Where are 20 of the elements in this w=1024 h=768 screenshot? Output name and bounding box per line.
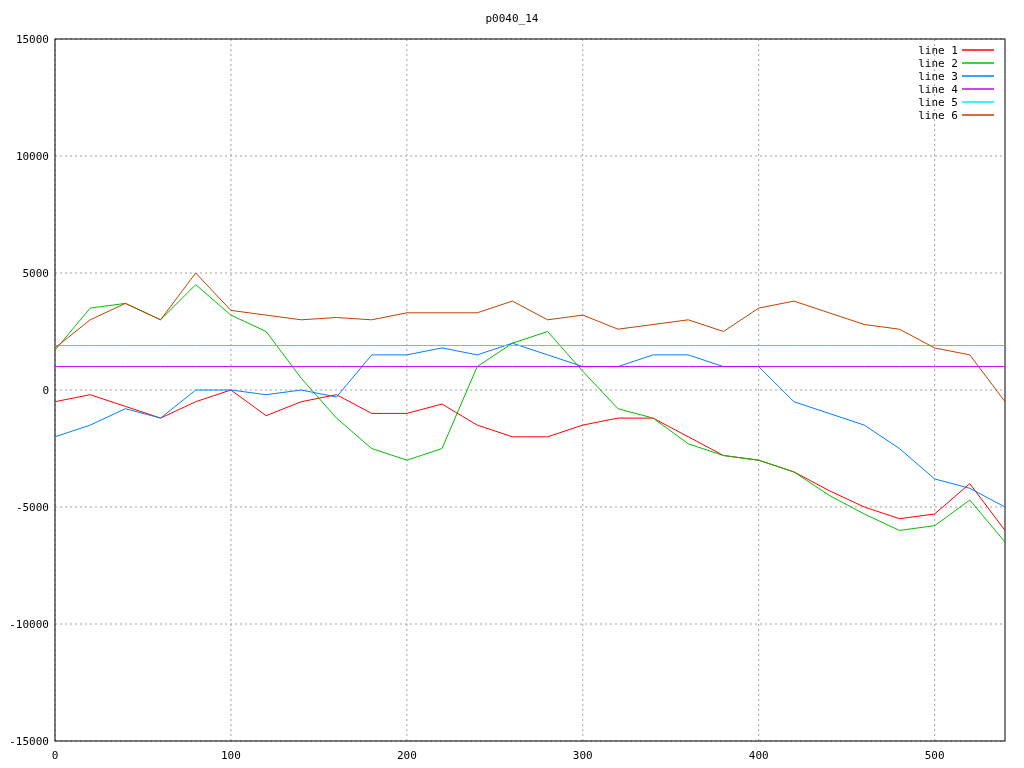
legend-label: line 5 <box>918 96 958 109</box>
x-tick-label: 200 <box>396 749 417 762</box>
y-tick-label: -15000 <box>9 735 49 748</box>
y-tick-label: 10000 <box>15 150 49 163</box>
x-tick-label: 300 <box>572 749 593 762</box>
y-tick-label: 15000 <box>15 33 49 46</box>
x-tick-label: 500 <box>924 749 945 762</box>
x-tick-label: 100 <box>221 749 241 762</box>
chart-title: p0040_14 <box>485 12 539 25</box>
y-tick-label: 5000 <box>22 267 49 280</box>
x-tick-label: 0 <box>51 749 59 762</box>
legend-label: line 4 <box>918 83 958 96</box>
legend-label: line 1 <box>918 44 958 57</box>
y-tick-label: -10000 <box>9 618 49 631</box>
y-tick-label: 0 <box>42 384 49 397</box>
y-tick-label: -5000 <box>15 501 49 514</box>
legend-label: line 6 <box>918 109 958 122</box>
x-tick-label: 400 <box>748 749 769 762</box>
legend-label: line 2 <box>918 57 958 70</box>
legend-label: line 3 <box>918 70 958 83</box>
